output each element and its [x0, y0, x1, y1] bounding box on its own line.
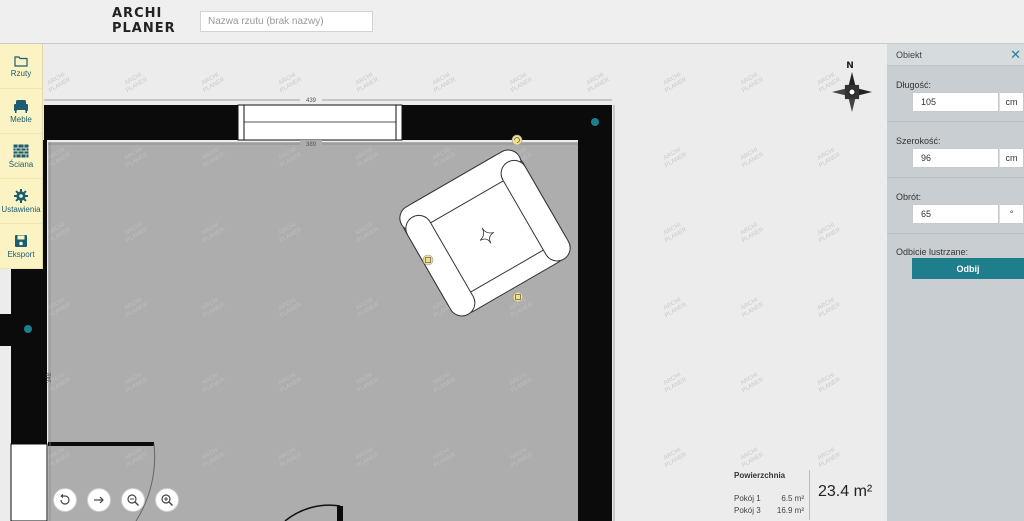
rotation-input[interactable]	[912, 204, 999, 224]
length-input[interactable]	[912, 92, 999, 112]
zoom-out-button[interactable]	[121, 488, 145, 512]
rotation-label: Obrót:	[896, 192, 922, 202]
area-summary: Powierzchnia Pokój 1 6.5 m² Pokój 3 16.9…	[727, 466, 877, 521]
floor-plan-canvas[interactable]: ARCHI PLANER	[0, 44, 887, 521]
app-logo: ARCHI PLANER	[112, 6, 176, 36]
room-name: Pokój 3	[734, 506, 761, 515]
top-bar: ARCHI PLANER	[0, 0, 1024, 44]
area-total: 23.4 m²	[818, 483, 873, 500]
mirror-button[interactable]: Odbij	[912, 258, 1024, 279]
folder-icon	[14, 55, 28, 67]
tool-meble[interactable]: Meble	[0, 89, 42, 134]
left-toolbar: Rzuty Meble Ściana Ustawienia Eksport	[0, 44, 43, 269]
panel-header: Obiekt ✕	[887, 44, 1024, 66]
length-field-group: Długość: cm	[887, 66, 1024, 122]
width-unit: cm	[999, 148, 1024, 168]
undo-button[interactable]	[53, 488, 77, 512]
object-properties-panel: Obiekt ✕ Długość: cm Szerokość: cm Obrót…	[887, 44, 1024, 521]
length-unit: cm	[999, 92, 1024, 112]
width-label: Szerokość:	[896, 136, 941, 146]
tool-label: Ściana	[8, 159, 34, 169]
undo-icon	[60, 493, 70, 505]
logo-line-1: ARCHI	[112, 6, 163, 21]
rotation-unit: °	[999, 204, 1024, 224]
armchair-icon	[14, 99, 28, 113]
rotation-field-group: Obrót: °	[887, 178, 1024, 234]
dimension-inner-label: 389	[306, 142, 317, 148]
area-room-row: Pokój 3 16.9 m²	[734, 506, 804, 515]
tool-rzuty[interactable]: Rzuty	[0, 44, 42, 89]
dimension-side-label: 348	[47, 372, 53, 383]
close-icon[interactable]: ✕	[1010, 47, 1021, 63]
arrow-right-icon	[94, 496, 104, 504]
zoom-in-icon	[161, 494, 173, 506]
room-area: 6.5 m²	[781, 494, 804, 503]
panel-title: Obiekt	[896, 50, 923, 60]
wall-node[interactable]	[591, 118, 599, 126]
resize-handle-left[interactable]	[422, 254, 434, 266]
wall-node[interactable]	[24, 325, 32, 333]
gear-icon	[14, 188, 28, 203]
mirror-group: Odbicie lustrzane: Odbij	[887, 234, 1024, 284]
tool-ustawienia[interactable]: Ustawienia	[0, 179, 42, 224]
width-input[interactable]	[912, 148, 999, 168]
area-room-row: Pokój 1 6.5 m²	[734, 494, 804, 503]
width-field-group: Szerokość: cm	[887, 122, 1024, 178]
tool-label: Ustawienia	[1, 204, 41, 214]
area-title: Powierzchnia	[734, 471, 786, 480]
zoom-in-button[interactable]	[155, 488, 179, 512]
floppy-disk-icon	[15, 234, 27, 247]
tool-label: Rzuty	[10, 68, 32, 78]
dimension-outer-label: 439	[306, 98, 317, 104]
room-name: Pokój 1	[734, 494, 761, 503]
length-label: Długość:	[896, 80, 932, 90]
redo-button[interactable]	[87, 488, 111, 512]
window[interactable]	[237, 104, 403, 141]
compass-north-label: N	[846, 61, 854, 71]
room-area: 16.9 m²	[776, 506, 804, 515]
tool-label: Eksport	[7, 249, 35, 259]
mirror-label: Odbicie lustrzane:	[896, 247, 969, 257]
zoom-out-icon	[127, 494, 139, 506]
tool-label: Meble	[10, 114, 32, 124]
resize-handle-bottom[interactable]	[512, 291, 524, 303]
brick-wall-icon	[13, 143, 29, 158]
area-divider	[809, 470, 810, 520]
tool-sciana[interactable]: Ściana	[0, 134, 42, 179]
plan-name-input[interactable]	[200, 11, 373, 32]
logo-line-2: PLANER	[112, 21, 176, 36]
rotate-handle[interactable]	[511, 134, 523, 146]
tool-eksport[interactable]: Eksport	[0, 224, 42, 269]
